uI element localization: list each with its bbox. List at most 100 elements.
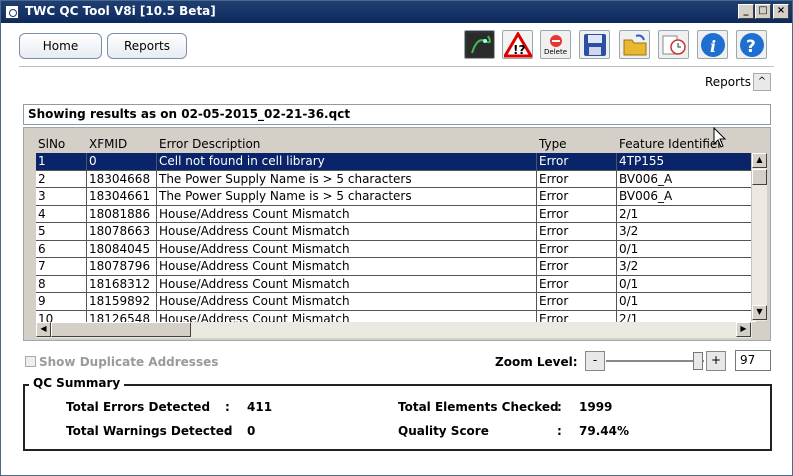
title-bar[interactable]: TWC QC Tool V8i [10.5 Beta] _ □ × [1, 1, 792, 23]
results-grid-frame: SlNo XFMID Error Description Type Featur… [23, 127, 771, 341]
info-icon: i [700, 32, 725, 57]
cell-feature-identifier: 3/2 [619, 224, 639, 238]
history-icon [662, 35, 686, 55]
zoom-in-button[interactable]: + [706, 351, 726, 371]
quality-score-separator: : [557, 424, 562, 438]
cell-slno: 3 [38, 189, 46, 203]
cell-xfmid: 18084045 [89, 241, 151, 256]
cell-type: Error [539, 241, 569, 256]
cell-feature-identifier: 2/1 [619, 311, 639, 323]
total-elements-separator: : [557, 400, 562, 414]
cell-error-description: Cell not found in cell library [159, 154, 325, 168]
grid-column-divider [616, 153, 617, 322]
table-row[interactable]: 9 18159892 House/Address Count Mismatch Err… [36, 293, 752, 311]
cell-slno: 2 [38, 171, 46, 186]
col-header-feature-identifier[interactable]: Feature Identifier [619, 137, 722, 151]
collapse-button[interactable]: ^ [753, 73, 771, 91]
horizontal-scroll-thumb[interactable] [51, 322, 191, 337]
cell-error-description: The Power Supply Name is > 5 characters [159, 189, 412, 203]
cell-feature-identifier: 0/1 [619, 276, 639, 291]
help-tool-button[interactable]: ? [736, 30, 767, 59]
grid-header: SlNo XFMID Error Description Type Featur… [36, 136, 756, 153]
cell-type: Error [539, 276, 569, 291]
app-window: TWC QC Tool V8i [10.5 Beta] _ □ × Home R… [0, 0, 793, 476]
info-tool-button[interactable]: i [697, 30, 728, 59]
cell-type: Error [539, 294, 569, 308]
cell-error-description: House/Address Count Mismatch [159, 311, 350, 323]
col-header-error-description[interactable]: Error Description [159, 137, 260, 151]
scroll-up-arrow-icon[interactable]: ▲ [752, 153, 767, 168]
grid-column-divider [86, 153, 87, 322]
warning-icon: !? [503, 31, 532, 57]
cell-error-description: House/Address Count Mismatch [159, 206, 350, 221]
qc-summary-title: QC Summary [29, 376, 125, 390]
save-icon [583, 33, 606, 56]
vertical-scroll-thumb[interactable] [752, 169, 767, 185]
zoom-label: Zoom Level: [495, 355, 578, 369]
map-icon [466, 32, 493, 57]
svg-text:i: i [710, 37, 716, 56]
table-row[interactable]: 7 18078796 House/Address Count Mismatch Err… [36, 258, 752, 276]
header-divider [19, 66, 774, 67]
delete-tool-button[interactable]: Delete [540, 30, 571, 59]
window-title: TWC QC Tool V8i [10.5 Beta] [25, 4, 216, 18]
show-duplicates-checkbox[interactable] [25, 356, 36, 367]
total-elements-value: 1999 [579, 400, 613, 414]
scroll-down-arrow-icon[interactable]: ▼ [752, 305, 767, 320]
cell-slno: 1 [38, 154, 46, 168]
cell-error-description: House/Address Count Mismatch [159, 276, 350, 291]
zoom-slider-track[interactable] [606, 360, 704, 362]
app-icon [5, 5, 19, 19]
table-row[interactable]: 8 18168312 House/Address Count Mismatch Err… [36, 275, 752, 293]
open-tool-button[interactable] [619, 30, 650, 59]
col-header-slno[interactable]: SlNo [38, 137, 65, 151]
results-grid[interactable]: SlNo XFMID Error Description Type Featur… [36, 136, 756, 322]
cell-slno: 4 [38, 206, 46, 221]
table-row[interactable]: 6 18084045 House/Address Count Mismatch Err… [36, 240, 752, 258]
reports-button[interactable]: Reports [107, 33, 187, 59]
cell-slno: 7 [38, 259, 46, 273]
table-row[interactable]: 10 18126548 House/Address Count Mismatch Er… [36, 310, 752, 323]
close-button[interactable]: × [773, 4, 789, 19]
horizontal-scrollbar[interactable]: ◀ ▶ [36, 322, 752, 338]
table-row[interactable]: 3 18304661 The Power Supply Name is > 5 ch… [36, 188, 752, 206]
help-icon: ? [739, 32, 764, 57]
col-header-xfmid[interactable]: XFMID [89, 137, 127, 151]
cell-error-description: House/Address Count Mismatch [159, 241, 350, 256]
map-tool-button[interactable] [464, 30, 495, 59]
table-row[interactable]: 1 0 Cell not found in cell library Error 4TP… [36, 153, 752, 171]
cell-feature-identifier: 0/1 [619, 294, 639, 308]
cell-feature-identifier: BV006_A [619, 189, 673, 203]
quality-score-label: Quality Score [398, 424, 489, 438]
maximize-button[interactable]: □ [755, 4, 771, 19]
zoom-value-field[interactable]: 97 [735, 350, 771, 371]
cell-type: Error [539, 154, 569, 168]
warning-tool-button[interactable]: !? [502, 30, 533, 59]
cell-xfmid: 18078663 [89, 224, 151, 238]
cell-xfmid: 18126548 [89, 311, 151, 323]
table-row[interactable]: 5 18078663 House/Address Count Mismatch Err… [36, 223, 752, 241]
quality-score-value: 79.44% [579, 424, 629, 438]
cell-type: Error [539, 311, 569, 323]
cell-feature-identifier: 0/1 [619, 241, 639, 256]
cell-slno: 9 [38, 294, 46, 308]
cell-type: Error [539, 259, 569, 273]
home-button[interactable]: Home [19, 33, 102, 59]
cell-slno: 8 [38, 276, 46, 291]
cell-type: Error [539, 189, 569, 203]
zoom-out-button[interactable]: - [585, 351, 605, 371]
table-row[interactable]: 4 18081886 House/Address Count Mismatch Err… [36, 205, 752, 223]
cell-feature-identifier: BV006_A [619, 171, 673, 186]
vertical-scrollbar[interactable]: ▲ ▼ [751, 153, 767, 321]
table-row[interactable]: 2 18304668 The Power Supply Name is > 5 ch… [36, 170, 752, 188]
scroll-right-arrow-icon[interactable]: ▶ [736, 322, 751, 337]
col-header-type[interactable]: Type [539, 137, 567, 151]
history-tool-button[interactable] [658, 30, 689, 59]
total-errors-value: 411 [247, 400, 273, 414]
zoom-slider-thumb[interactable] [693, 352, 703, 370]
save-tool-button[interactable] [579, 30, 610, 59]
scroll-left-arrow-icon[interactable]: ◀ [36, 322, 51, 337]
minimize-button[interactable]: _ [738, 4, 754, 19]
cell-error-description: House/Address Count Mismatch [159, 259, 350, 273]
cell-slno: 5 [38, 224, 46, 238]
